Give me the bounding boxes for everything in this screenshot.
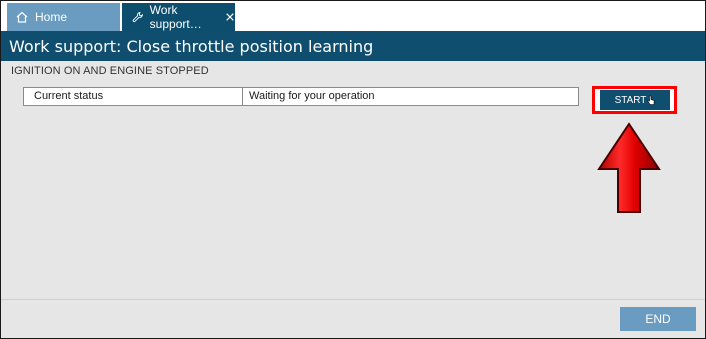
- status-label: Current status: [24, 88, 243, 105]
- hand-cursor-icon: [647, 95, 655, 105]
- tab-work-support-label: Work support…: [149, 3, 202, 31]
- wrench-icon: [132, 11, 143, 23]
- home-icon: [16, 11, 28, 23]
- condition-text: IGNITION ON AND ENGINE STOPPED: [11, 65, 209, 77]
- page-title: Work support: Close throttle position le…: [1, 31, 705, 61]
- status-row: Current status Waiting for your operatio…: [23, 87, 579, 106]
- status-value: Waiting for your operation: [249, 90, 375, 102]
- start-button-label: START: [614, 94, 647, 106]
- tab-work-support[interactable]: Work support…: [122, 3, 235, 31]
- work-support-panel: IGNITION ON AND ENGINE STOPPED Current s…: [1, 61, 705, 338]
- tab-bar: Home Work support…: [1, 1, 705, 31]
- start-button[interactable]: START: [600, 90, 670, 110]
- end-button[interactable]: END: [620, 307, 696, 331]
- tab-home-label: Home: [35, 10, 68, 24]
- tab-home[interactable]: Home: [7, 3, 120, 31]
- red-up-arrow-icon: [597, 122, 661, 213]
- close-icon[interactable]: [225, 11, 235, 23]
- app-window: Home Work support… Work support: Close t…: [0, 0, 706, 339]
- footer-divider: [1, 299, 705, 300]
